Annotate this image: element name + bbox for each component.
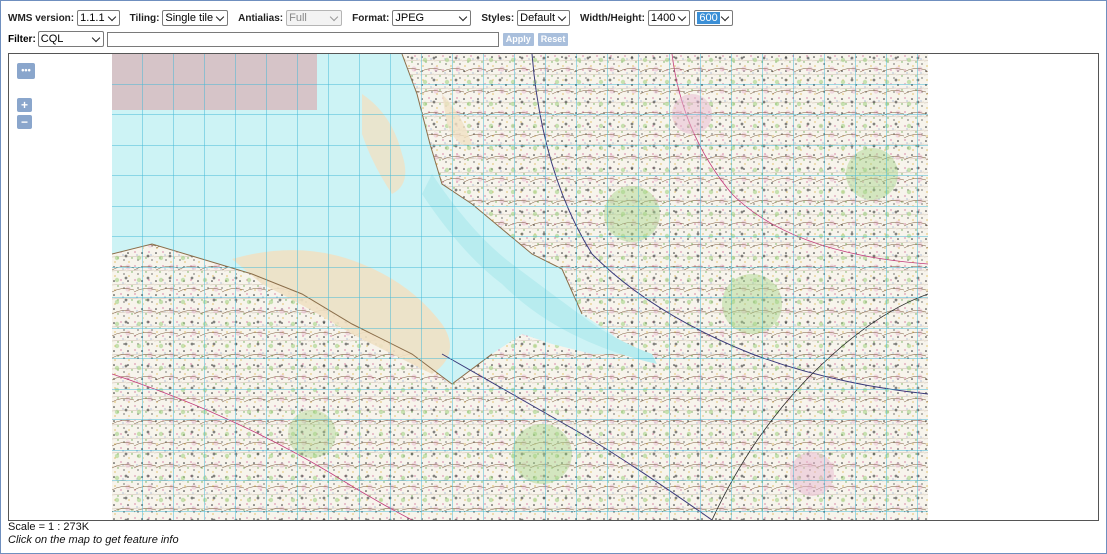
reset-button[interactable]: Reset — [537, 32, 569, 46]
filter-bar: Filter: CQL Apply Reset — [8, 31, 572, 47]
width-height-label: Width/Height: — [580, 12, 645, 24]
width-select[interactable]: 1400 — [647, 10, 691, 26]
options-button[interactable]: ••• — [17, 63, 35, 79]
chevron-down-icon — [107, 11, 119, 25]
format-label: Format: — [352, 12, 390, 24]
styles-select[interactable]: Default — [517, 10, 571, 26]
chevron-down-icon — [720, 11, 732, 25]
antialias-select[interactable]: Full — [286, 10, 343, 26]
filter-label: Filter: — [8, 33, 36, 45]
chevron-down-icon — [458, 11, 470, 25]
wms-version-select[interactable]: 1.1.1 — [77, 10, 120, 26]
toolbar: WMS version: 1.1.1 Tiling: Single tile A… — [8, 9, 733, 27]
tiling-select[interactable]: Single tile — [162, 10, 229, 26]
antialias-label: Antialias: — [238, 12, 284, 24]
apply-button[interactable]: Apply — [502, 32, 534, 46]
chevron-down-icon — [557, 11, 569, 25]
chevron-down-icon — [329, 11, 341, 25]
map-rendering — [112, 54, 928, 520]
chevron-down-icon — [91, 32, 103, 46]
wms-preview-window: WMS version: 1.1.1 Tiling: Single tile A… — [0, 0, 1107, 554]
scale-text: Scale = 1 : 273K — [8, 521, 90, 533]
zoom-out-button[interactable]: − — [17, 115, 32, 129]
filter-input[interactable] — [106, 31, 499, 47]
zoom-in-button[interactable]: + — [17, 98, 32, 112]
chevron-down-icon — [677, 11, 689, 25]
chevron-down-icon — [215, 11, 227, 25]
height-select[interactable]: 600 — [694, 10, 733, 26]
status-area: Scale = 1 : 273K Click on the map to get… — [8, 521, 179, 547]
styles-label: Styles: — [481, 12, 515, 24]
map-image[interactable] — [112, 54, 928, 520]
filter-type-select[interactable]: CQL — [37, 31, 104, 47]
wms-version-label: WMS version: — [8, 12, 75, 24]
feature-info-hint: Click on the map to get feature info — [8, 534, 179, 546]
tiling-label: Tiling: — [129, 12, 160, 24]
map-viewport[interactable]: ••• + − — [8, 53, 1099, 521]
format-select[interactable]: JPEG — [392, 10, 472, 26]
